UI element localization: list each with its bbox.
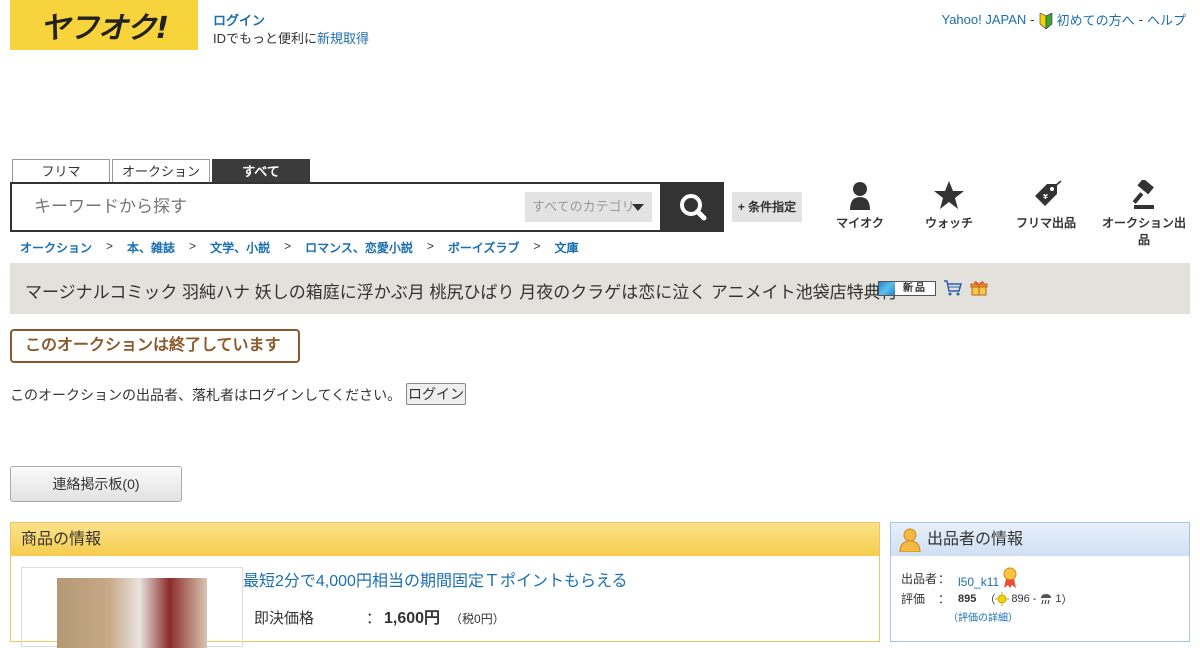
- rating-value: 895: [958, 592, 977, 605]
- tab-furima[interactable]: フリマ: [12, 159, 110, 183]
- breadcrumb-sep: >: [426, 239, 434, 253]
- nav-auction-listing[interactable]: オークション出品: [1098, 180, 1190, 248]
- login-sub-label: IDでもっと便利に: [213, 31, 318, 46]
- top-right-links: Yahoo! JAPAN - 初めての方へ - ヘルプ: [941, 10, 1186, 30]
- category-select-label: すべてのカテゴリ: [532, 199, 635, 214]
- tab-auction[interactable]: オークション: [112, 159, 210, 183]
- new-badge-label: 新品: [903, 283, 927, 294]
- breadcrumb-item[interactable]: 本、雑誌: [127, 239, 175, 256]
- svg-text:¥: ¥: [1043, 193, 1048, 201]
- login-link[interactable]: ログイン: [213, 10, 265, 29]
- rating-detail-link[interactable]: （評価の詳細）: [948, 609, 1018, 624]
- product-info-panel: 商品の情報 最短2分で4,000円相当の期間固定Ｔポイントもらえる 即決価格 ：…: [10, 522, 880, 648]
- breadcrumb-item[interactable]: 文庫: [555, 239, 579, 256]
- good-rating-count: 896: [1011, 592, 1030, 605]
- seller-person-icon: [899, 528, 921, 552]
- seller-info-panel: 出品者の情報 出品者 ： l50_k11 評価 ： 895 （ 896 - 1 …: [890, 522, 1190, 642]
- yahoo-japan-link[interactable]: Yahoo! JAPAN: [941, 12, 1026, 27]
- login-sub-text: IDでもっと便利に新規取得: [213, 28, 369, 47]
- breadcrumb-sep: >: [284, 239, 292, 253]
- search-tabs: フリマ オークション すべて: [12, 159, 310, 183]
- nav-myauction[interactable]: マイオク: [830, 180, 890, 231]
- product-image: [57, 578, 207, 648]
- condition-button[interactable]: + 条件指定: [732, 192, 802, 222]
- nav-label: フリマ出品: [1015, 216, 1076, 230]
- item-title-bar: マージナルコミック 羽純ハナ 妖しの箱庭に浮かぶ月 桃尻ひばり 月夜のクラゲは恋…: [10, 263, 1190, 314]
- breadcrumb-sep: >: [106, 239, 114, 253]
- new-item-badge: 新品: [878, 281, 936, 296]
- contact-board-button[interactable]: 連絡掲示板(0): [10, 466, 182, 502]
- rating-label: 評価: [901, 592, 926, 606]
- login-message: このオークションの出品者、落札者はログインしてください。: [10, 387, 402, 403]
- login-button[interactable]: ログイン: [406, 383, 466, 405]
- seller-label: 出品者: [901, 571, 938, 586]
- person-icon: [850, 182, 870, 210]
- logo-text: ヤフオク!: [39, 11, 169, 46]
- star-icon: [934, 181, 964, 209]
- search-icon: [680, 194, 707, 221]
- separator: -: [1138, 12, 1143, 27]
- rating-row: 評価 ： 895 （ 896 - 1 ）: [901, 591, 1073, 606]
- gavel-icon: [1132, 180, 1154, 209]
- category-select[interactable]: すべてのカテゴリ: [525, 192, 652, 222]
- auction-ended-notice: このオークションは終了しています: [10, 329, 300, 363]
- gift-icon: [970, 281, 988, 296]
- tpoint-promo-link[interactable]: 最短2分で4,000円相当の期間固定Ｔポイントもらえる: [243, 567, 627, 591]
- breadcrumb-item[interactable]: 文学、小説: [210, 239, 270, 256]
- product-thumbnail[interactable]: [21, 567, 243, 648]
- cart-icon: [944, 280, 962, 296]
- breadcrumb-sep: >: [533, 239, 541, 253]
- yahuoku-logo[interactable]: ヤフオク!: [10, 0, 198, 50]
- tax-note: （税0円）: [450, 612, 505, 626]
- ribbon-badge-icon: [1003, 567, 1017, 588]
- beginner-mark-icon: [1039, 12, 1053, 30]
- product-info-heading: 商品の情報: [11, 523, 879, 556]
- chevron-down-icon: [632, 204, 644, 211]
- price-label: 即決価格: [254, 610, 315, 627]
- rating-colon: ：: [938, 592, 951, 606]
- nav-watch[interactable]: ウォッチ: [918, 180, 980, 231]
- breadcrumb-item[interactable]: ロマンス、恋愛小説: [305, 239, 413, 256]
- nav-label: オークション出品: [1101, 216, 1186, 247]
- nav-label: マイオク: [836, 216, 884, 230]
- price-value: 1,600円: [384, 610, 441, 627]
- search-input[interactable]: [32, 196, 512, 218]
- register-link[interactable]: 新規取得: [317, 31, 369, 46]
- tag-icon: ¥: [1035, 180, 1062, 206]
- separator: -: [1030, 12, 1035, 27]
- breadcrumb-item[interactable]: ボーイズラブ: [448, 239, 520, 256]
- bad-rating-icon: [1041, 593, 1052, 604]
- nav-furima-listing[interactable]: ¥ フリマ出品: [1012, 180, 1080, 231]
- breadcrumb-sep: >: [189, 239, 197, 253]
- nav-label: ウォッチ: [924, 216, 973, 230]
- seller-name-link[interactable]: l50_k11: [958, 575, 999, 589]
- seller-colon: ：: [938, 571, 951, 586]
- search-box: すべてのカテゴリ: [10, 182, 662, 232]
- breadcrumb-item[interactable]: オークション: [20, 239, 92, 256]
- seller-info-header: 出品者の情報: [891, 523, 1189, 556]
- price-colon: ：: [366, 610, 382, 627]
- help-link[interactable]: ヘルプ: [1147, 10, 1186, 29]
- good-rating-icon: [995, 591, 1010, 606]
- breadcrumb: オークション > 本、雑誌 > 文学、小説 > ロマンス、恋愛小説 > ボーイズ…: [20, 239, 579, 256]
- new-mark-icon: [879, 282, 895, 295]
- seller-info-heading: 出品者の情報: [927, 531, 1024, 548]
- seller-row: 出品者 ： l50_k11: [901, 567, 1018, 589]
- search-button[interactable]: [662, 182, 724, 232]
- price-row: 即決価格 ： 1,600円 （税0円）: [254, 604, 505, 628]
- item-title: マージナルコミック 羽純ハナ 妖しの箱庭に浮かぶ月 桃尻ひばり 月夜のクラゲは恋…: [25, 283, 898, 302]
- beginner-link[interactable]: 初めての方へ: [1057, 10, 1135, 29]
- tab-all[interactable]: すべて: [212, 159, 310, 183]
